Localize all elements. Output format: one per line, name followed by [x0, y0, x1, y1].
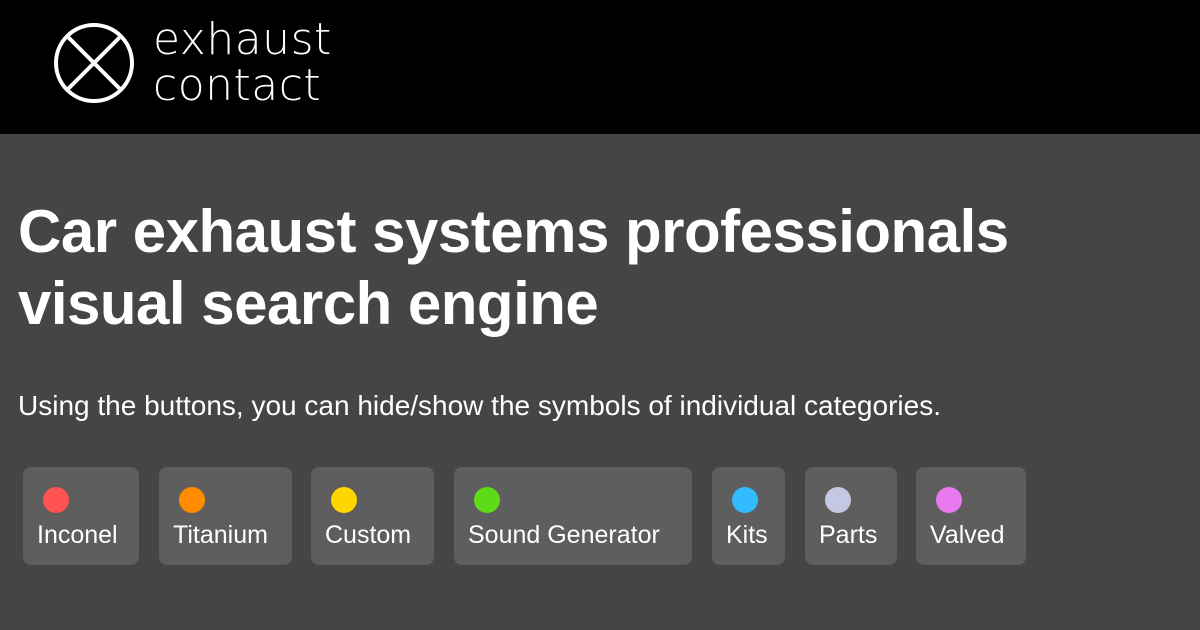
filter-label: Sound Generator [468, 521, 660, 549]
site-header: exhaust contact [0, 0, 1200, 134]
category-dot-icon [825, 487, 851, 513]
main-content: Car exhaust systems professionals visual… [0, 134, 1200, 630]
filter-label: Valved [930, 521, 1005, 549]
category-dot-icon [474, 487, 500, 513]
filter-button-inconel[interactable]: Inconel [23, 467, 139, 565]
logo-line-2: contact [153, 60, 322, 111]
filter-label: Kits [726, 521, 768, 549]
category-dot-icon [936, 487, 962, 513]
category-dot-icon [43, 487, 69, 513]
filter-label: Custom [325, 521, 412, 549]
logo-line-1: exhaust [153, 14, 332, 65]
filter-button-titanium[interactable]: Titanium [159, 467, 292, 565]
category-dot-icon [331, 487, 357, 513]
filter-button-valved[interactable]: Valved [916, 467, 1026, 565]
category-filters: Inconel Titanium Custom Sound Generator … [23, 467, 1026, 565]
logo[interactable]: exhaust contact [53, 14, 332, 112]
circled-x-icon [54, 23, 134, 103]
page-title: Car exhaust systems professionals visual… [18, 198, 1009, 337]
category-dot-icon [179, 487, 205, 513]
filter-button-custom[interactable]: Custom [311, 467, 434, 565]
logo-wordmark: exhaust contact [153, 17, 332, 109]
filter-button-parts[interactable]: Parts [805, 467, 897, 565]
filter-label: Titanium [173, 521, 268, 549]
filter-button-kits[interactable]: Kits [712, 467, 785, 565]
filter-label: Inconel [37, 521, 118, 549]
filter-label: Parts [819, 521, 878, 549]
category-dot-icon [732, 487, 758, 513]
filter-button-sound-generator[interactable]: Sound Generator [454, 467, 692, 565]
intro-text: Using the buttons, you can hide/show the… [18, 390, 941, 421]
